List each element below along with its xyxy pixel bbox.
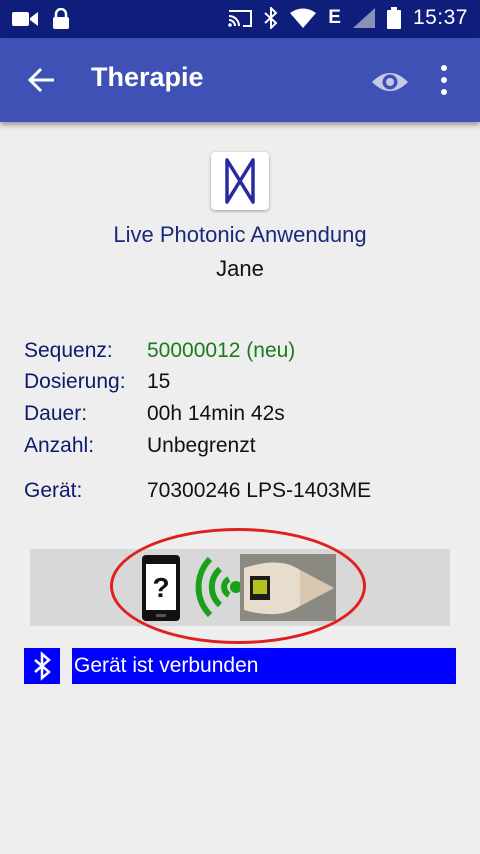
- dosage-row: Dosierung: 15: [24, 370, 170, 394]
- bowtie-logo-icon: [225, 158, 255, 204]
- signal-icon: [352, 8, 375, 28]
- bluetooth-status-icon: [24, 648, 60, 684]
- highlight-circle: [110, 528, 366, 644]
- app-logo: [211, 152, 269, 210]
- dosage-value: 15: [147, 370, 171, 393]
- device-row: Gerät: 70300246 LPS-1403ME: [24, 479, 371, 503]
- count-value: Unbegrenzt: [147, 434, 256, 457]
- bluetooth-icon: [34, 651, 51, 681]
- video-camera-icon: [12, 12, 38, 26]
- device-label: Gerät:: [24, 479, 83, 502]
- duration-row: Dauer: 00h 14min 42s: [24, 402, 285, 426]
- more-vert-icon[interactable]: [434, 62, 454, 98]
- lock-icon: [53, 8, 69, 29]
- sequence-value: 50000012 (neu): [147, 339, 296, 362]
- count-row: Anzahl: Unbegrenzt: [24, 434, 256, 458]
- app-name: Live Photonic Anwendung: [113, 222, 367, 247]
- status-bar: E 15:37: [0, 0, 480, 38]
- sequence-row: Sequenz: 50000012 (neu): [24, 339, 295, 363]
- duration-value: 00h 14min 42s: [147, 402, 285, 425]
- duration-label: Dauer:: [24, 402, 88, 425]
- count-label: Anzahl:: [24, 434, 95, 457]
- clock: 15:37: [412, 6, 468, 29]
- user-name: Jane: [216, 256, 264, 281]
- app-bar: Therapie: [0, 38, 480, 122]
- back-arrow-icon[interactable]: [26, 64, 58, 96]
- device-value: 70300246 LPS-1403ME: [147, 479, 372, 502]
- cast-icon: [228, 10, 253, 27]
- connection-status: Gerät ist verbunden: [72, 648, 456, 684]
- bluetooth-icon: [264, 7, 278, 29]
- dosage-label: Dosierung:: [24, 370, 126, 393]
- page-title: Therapie: [91, 62, 204, 92]
- network-type: E: [328, 7, 341, 28]
- wifi-icon: [290, 8, 317, 28]
- sequence-label: Sequenz:: [24, 339, 113, 362]
- eye-icon[interactable]: [370, 68, 410, 96]
- battery-icon: [386, 7, 401, 29]
